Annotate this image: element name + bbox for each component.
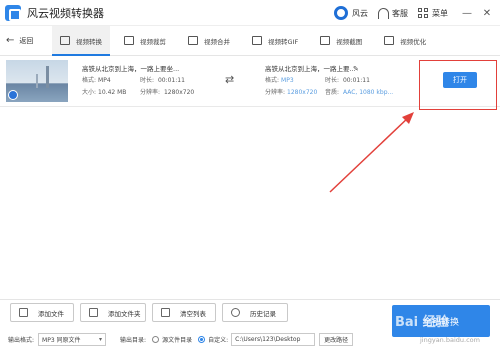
- source-duration-group: 时长: 00:01:11: [140, 75, 185, 87]
- add-folder-icon: [89, 308, 98, 317]
- output-file-info: 高铁从北京到上海，一路上要... ✎ 格式: MP3 时长: 00:01:11 …: [265, 63, 425, 99]
- gif-icon: [252, 36, 262, 45]
- output-file-name[interactable]: 高铁从北京到上海，一路上要...: [265, 63, 425, 75]
- tab-label: 视频转GIF: [268, 37, 299, 46]
- add-file-label: 添加文件: [38, 309, 64, 318]
- output-audio-key: 音质:: [325, 89, 340, 96]
- output-format-key: 格式:: [265, 77, 280, 84]
- history-button[interactable]: 历史记录: [222, 303, 288, 322]
- title-bar: 风云视频转换器 风云 客服 菜单 — ✕: [0, 0, 500, 26]
- dir-label: 输出目录:: [120, 337, 147, 344]
- source-resolution: 1280x720: [163, 89, 195, 96]
- grid-menu-icon: [418, 7, 429, 19]
- output-duration-group: 时长: 00:01:11: [325, 75, 370, 87]
- source-format: MP4: [98, 77, 111, 84]
- history-label: 历史记录: [250, 309, 276, 318]
- custom-dir-radio[interactable]: 自定义:: [198, 335, 228, 344]
- video-thumbnail[interactable]: [6, 60, 68, 102]
- source-dir-radio[interactable]: 源文件目录: [152, 335, 192, 344]
- output-settings-bar: 输出格式: MP3 同原文件 ▾ 输出目录: 源文件目录 自定义: C:\Use…: [0, 327, 500, 352]
- custom-dir-label: 自定义:: [208, 337, 229, 344]
- tab-label: 视频合并: [204, 37, 230, 46]
- video-merge-icon: [188, 36, 198, 45]
- tab-video-optimize[interactable]: 视频优化: [376, 26, 434, 56]
- output-format[interactable]: MP3: [281, 75, 294, 87]
- close-button[interactable]: ✕: [480, 6, 494, 20]
- clock-icon: [231, 308, 240, 317]
- output-audio[interactable]: AAC, 1080 kbp...: [343, 89, 393, 96]
- clear-list-label: 清空列表: [180, 309, 206, 318]
- minimize-button[interactable]: —: [460, 6, 474, 20]
- radio-icon: [152, 336, 160, 343]
- open-button[interactable]: 打开: [443, 72, 477, 88]
- optimize-icon: [384, 36, 395, 45]
- back-button[interactable]: ← 返回: [6, 35, 46, 46]
- tab-video-crop[interactable]: 视频裁剪: [116, 26, 174, 56]
- source-size: 10.42 MB: [98, 89, 127, 96]
- source-duration: 00:01:11: [157, 77, 185, 84]
- add-folder-label: 添加文件夹: [108, 309, 141, 318]
- output-duration: 00:01:11: [342, 77, 370, 84]
- tab-video-merge[interactable]: 视频合并: [180, 26, 238, 56]
- tab-label: 视频裁剪: [140, 37, 166, 46]
- menu-button[interactable]: 菜单: [418, 7, 448, 19]
- radio-selected-icon: [198, 336, 206, 343]
- menu-label: 菜单: [432, 8, 448, 18]
- source-file-name: 高铁从北京到上海，一路上要坐...: [82, 65, 180, 73]
- app-title: 风云视频转换器: [27, 6, 104, 20]
- source-size-key: 大小:: [82, 89, 97, 96]
- source-duration-key: 时长:: [140, 77, 155, 84]
- output-path-field[interactable]: C:\Users\123\Desktop: [231, 333, 316, 346]
- back-label: 返回: [19, 36, 34, 45]
- thumbnail-tower-small: [36, 74, 38, 88]
- add-folder-button[interactable]: 添加文件夹: [80, 303, 146, 322]
- tab-label: 视频优化: [400, 37, 427, 46]
- source-resolution-key: 分辨率:: [140, 89, 161, 96]
- output-audio-group: 音质: AAC, 1080 kbp...: [325, 87, 393, 99]
- headset-icon: [378, 7, 389, 19]
- customer-service-label: 客服: [392, 8, 408, 18]
- video-convert-icon: [60, 36, 70, 45]
- edit-name-icon[interactable]: ✎: [353, 63, 359, 75]
- output-format-value: MP3 同原文件: [42, 337, 81, 344]
- source-file-info: 高铁从北京到上海，一路上要坐... 格式: MP4 时长: 00:01:11 大…: [82, 63, 237, 99]
- thumbnail-tower: [46, 66, 49, 88]
- brand-logo-icon: [334, 6, 348, 20]
- tab-label: 视频转换: [76, 37, 102, 46]
- output-resolution[interactable]: 1280x720: [287, 87, 317, 99]
- back-arrow-icon: ←: [6, 35, 15, 46]
- tab-video-to-gif[interactable]: 视频转GIF: [244, 26, 306, 56]
- convert-arrow-icon: ⇄: [225, 73, 235, 86]
- source-format-key: 格式:: [82, 77, 97, 84]
- tab-video-screenshot[interactable]: 视频截图: [312, 26, 370, 56]
- clear-list-button[interactable]: 清空列表: [152, 303, 216, 322]
- tab-label: 视频截图: [336, 37, 363, 46]
- nav-bar: ← 返回 视频转换 视频裁剪 视频合并 视频转GIF 视频截图 视频优化: [0, 25, 500, 56]
- customer-service-button[interactable]: 客服: [378, 7, 408, 19]
- trash-icon: [161, 308, 170, 317]
- brand-link[interactable]: 风云: [334, 6, 368, 20]
- chevron-down-icon: ▾: [99, 336, 103, 343]
- output-resolution-key: 分辨率:: [265, 89, 286, 96]
- change-path-button[interactable]: 更改路径: [319, 333, 354, 346]
- format-label: 输出格式:: [8, 337, 35, 344]
- add-file-icon: [19, 308, 28, 317]
- output-format-select[interactable]: MP3 同原文件 ▾: [38, 333, 107, 346]
- source-dir-label: 源文件目录: [162, 337, 193, 344]
- tab-video-convert[interactable]: 视频转换: [52, 25, 110, 56]
- app-logo-icon: [5, 4, 21, 21]
- brand-label: 风云: [352, 8, 368, 18]
- screenshot-icon: [320, 36, 331, 45]
- video-crop-icon: [124, 36, 134, 45]
- source-resolution-group: 分辨率: 1280x720: [140, 87, 194, 99]
- add-file-button[interactable]: 添加文件: [10, 303, 74, 322]
- output-duration-key: 时长:: [325, 77, 340, 84]
- play-icon[interactable]: [8, 90, 18, 100]
